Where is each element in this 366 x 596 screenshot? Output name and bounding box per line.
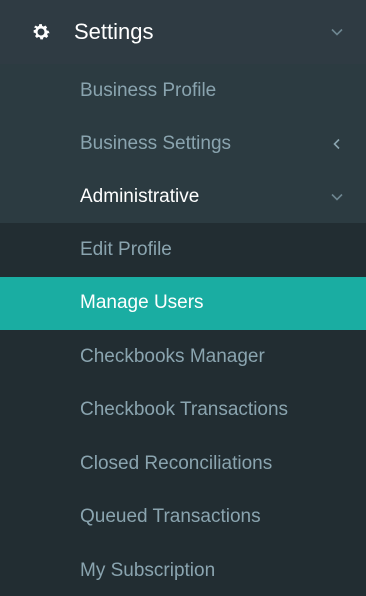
sidebar-item-checkbooks-manager[interactable]: Checkbooks Manager <box>0 330 366 384</box>
sidebar-item-label: Business Settings <box>80 132 232 154</box>
sidebar-item-label: Manage Users <box>80 292 204 314</box>
sidebar-item-label: Edit Profile <box>80 238 172 260</box>
sidebar-item-my-subscription[interactable]: My Subscription <box>0 544 366 596</box>
sidebar-item-closed-reconciliations[interactable]: Closed Reconciliations <box>0 437 366 491</box>
sidebar-menu: Settings Business Profile Business Setti… <box>0 0 366 596</box>
sidebar-item-label: Checkbooks Manager <box>80 345 265 367</box>
sidebar-item-label: Settings <box>74 19 154 44</box>
chevron-down-icon <box>330 190 344 204</box>
sidebar-item-queued-transactions[interactable]: Queued Transactions <box>0 491 366 545</box>
sidebar-item-checkbook-transactions[interactable]: Checkbook Transactions <box>0 384 366 438</box>
gear-icon <box>30 21 52 43</box>
settings-submenu: Business Profile Business Settings Admin… <box>0 64 366 223</box>
sidebar-item-administrative[interactable]: Administrative <box>0 170 366 223</box>
sidebar-item-settings[interactable]: Settings <box>0 0 366 64</box>
sidebar-item-label: My Subscription <box>80 559 216 581</box>
chevron-down-icon <box>330 25 344 39</box>
sidebar-item-label: Administrative <box>80 185 200 207</box>
chevron-left-icon <box>330 137 344 151</box>
sidebar-item-label: Checkbook Transactions <box>80 399 289 421</box>
administrative-submenu: Edit Profile Manage Users Checkbooks Man… <box>0 223 366 596</box>
sidebar-item-label: Closed Reconciliations <box>80 452 273 474</box>
sidebar-item-manage-users[interactable]: Manage Users <box>0 276 366 330</box>
sidebar-item-business-profile[interactable]: Business Profile <box>0 64 366 117</box>
sidebar-item-edit-profile[interactable]: Edit Profile <box>0 223 366 277</box>
sidebar-item-label: Queued Transactions <box>80 506 261 528</box>
sidebar-item-label: Business Profile <box>80 79 217 101</box>
sidebar-item-business-settings[interactable]: Business Settings <box>0 117 366 170</box>
